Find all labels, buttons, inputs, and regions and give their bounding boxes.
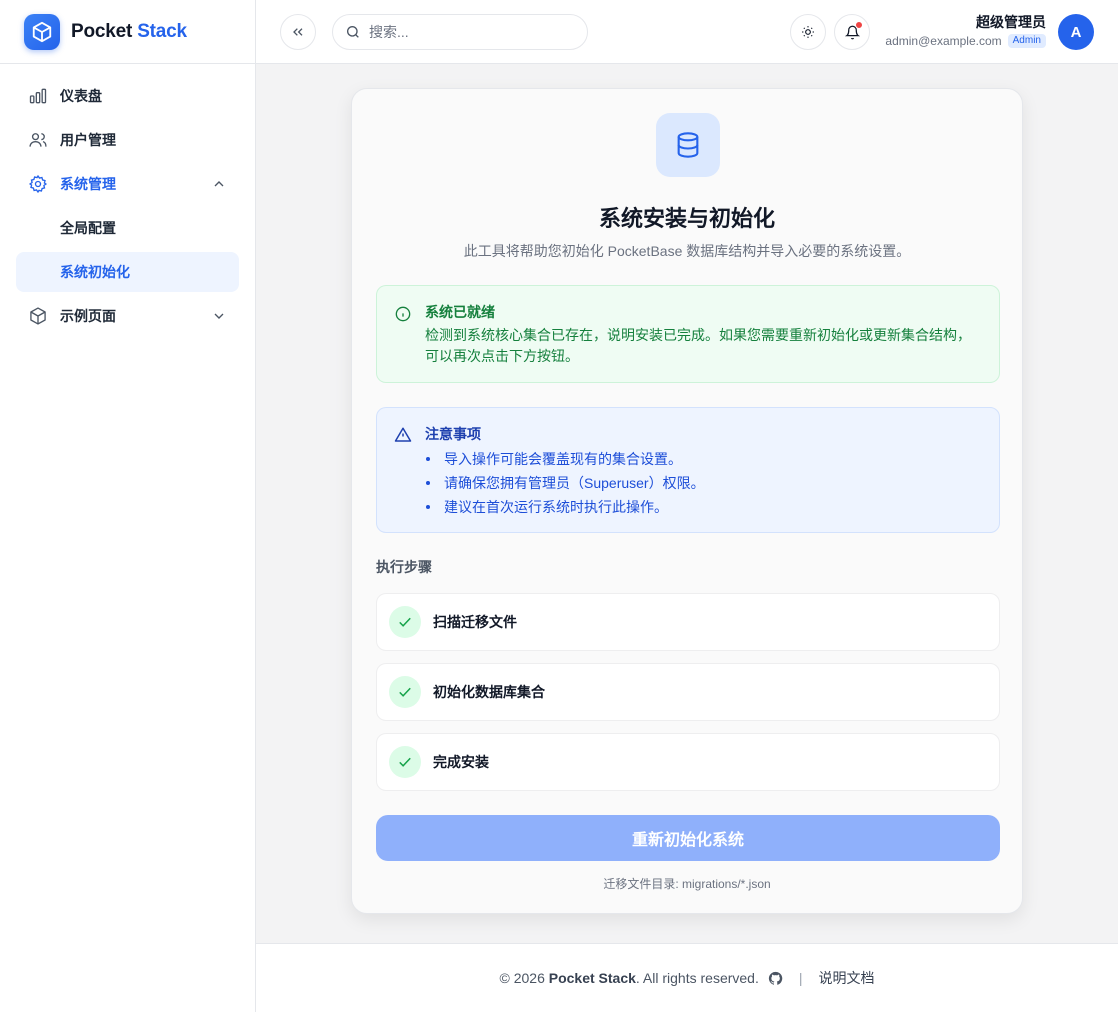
step-item: 扫描迁移文件 <box>376 593 1000 651</box>
check-icon <box>389 606 421 638</box>
sidebar-item-system[interactable]: 系统管理 <box>16 164 239 204</box>
search-box <box>332 14 588 50</box>
brand-name-part2: Stack <box>137 20 187 42</box>
chevrons-left-icon <box>293 28 303 36</box>
sidebar-item-label: 系统管理 <box>60 176 116 192</box>
notice-list: 导入操作可能会覆盖现有的集合设置。 请确保您拥有管理员（Superuser）权限… <box>425 447 983 519</box>
avatar[interactable]: A <box>1058 14 1094 50</box>
status-alert-line: 可以再次点击下方按钮。 <box>425 348 579 364</box>
brand[interactable]: Pocket Stack <box>0 0 255 64</box>
copyright-prefix: © 2026 <box>499 970 545 986</box>
sidebar-item-examples[interactable]: 示例页面 <box>16 296 239 336</box>
status-alert-body: 检测到系统核心集合已存在，说明安装已完成。如果您需要重新初始化或更新集合结构， … <box>425 325 983 367</box>
step-label: 初始化数据库集合 <box>433 684 545 700</box>
status-alert-title: 系统已就绪 <box>425 304 495 320</box>
sidebar-item-label: 示例页面 <box>60 308 116 324</box>
status-alert-line: 检测到系统核心集合已存在，说明安装已完成。如果您需要重新初始化或更新集合结构， <box>425 327 971 343</box>
gear-icon <box>28 174 48 194</box>
page-title: 系统安装与初始化 <box>598 206 775 231</box>
sidebar: Pocket Stack 仪表盘 用户管理 系统管理 全局配置 系统初始化 示例… <box>0 0 256 1012</box>
migrations-note: 迁移文件目录: migrations/*.json <box>603 877 771 891</box>
collapse-sidebar-button[interactable] <box>280 14 316 50</box>
chevron-down-icon <box>214 313 224 319</box>
brand-name: Pocket Stack <box>71 21 187 43</box>
notice-alert-title: 注意事项 <box>425 426 481 442</box>
users-icon <box>28 130 48 150</box>
footer-divider: | <box>798 970 803 986</box>
notice-item: 请确保您拥有管理员（Superuser）权限。 <box>425 471 983 495</box>
sun-icon <box>802 26 814 38</box>
sidebar-item-system-init[interactable]: 系统初始化 <box>16 252 239 292</box>
notice-alert: 注意事项 导入操作可能会覆盖现有的集合设置。 请确保您拥有管理员（Superus… <box>376 407 1000 533</box>
chevron-up-icon <box>214 181 224 187</box>
step-label: 扫描迁移文件 <box>433 614 517 630</box>
notifications-button[interactable] <box>834 14 870 50</box>
footer: © 2026 Pocket Stack. All rights reserved… <box>256 943 1118 1012</box>
docs-link[interactable]: 说明文档 <box>819 968 875 988</box>
brand-name-part1: Pocket <box>71 20 133 42</box>
cube-logo-icon <box>24 13 60 50</box>
notice-item: 建议在首次运行系统时执行此操作。 <box>425 495 983 519</box>
top-header: 超级管理员 admin@example.com Admin A <box>256 0 1118 64</box>
github-icon[interactable] <box>768 971 783 986</box>
bar-chart-icon <box>28 86 48 106</box>
database-icon <box>656 113 720 177</box>
user-info[interactable]: 超级管理员 admin@example.com Admin <box>885 13 1046 48</box>
install-card: 系统安装与初始化 此工具将帮助您初始化 PocketBase 数据库结构并导入必… <box>351 88 1023 914</box>
copyright-suffix: . All rights reserved. <box>635 970 759 986</box>
sidebar-item-label: 仪表盘 <box>60 88 102 104</box>
check-icon <box>389 676 421 708</box>
sidebar-item-dashboard[interactable]: 仪表盘 <box>16 76 239 116</box>
step-label: 完成安装 <box>433 754 489 770</box>
step-item: 初始化数据库集合 <box>376 663 1000 721</box>
sidebar-item-users[interactable]: 用户管理 <box>16 120 239 160</box>
user-name: 超级管理员 <box>976 14 1046 30</box>
reinitialize-button[interactable]: 重新初始化系统 <box>376 815 1000 861</box>
check-icon <box>389 746 421 778</box>
step-item: 完成安装 <box>376 733 1000 791</box>
search-input[interactable] <box>369 24 569 40</box>
notice-item: 导入操作可能会覆盖现有的集合设置。 <box>425 447 983 471</box>
warning-triangle-icon <box>394 427 412 442</box>
notification-dot <box>855 21 863 29</box>
theme-toggle-button[interactable] <box>790 14 826 50</box>
box-icon <box>28 306 48 326</box>
sidebar-item-global-config[interactable]: 全局配置 <box>16 208 239 248</box>
role-badge: Admin <box>1007 34 1046 48</box>
search-icon <box>347 26 359 38</box>
sidebar-item-label: 用户管理 <box>60 132 116 148</box>
info-circle-icon <box>395 306 411 322</box>
copyright-brand: Pocket Stack <box>548 970 636 986</box>
status-alert: 系统已就绪 检测到系统核心集合已存在，说明安装已完成。如果您需要重新初始化或更新… <box>376 285 1000 383</box>
sidebar-nav: 仪表盘 用户管理 系统管理 全局配置 系统初始化 示例页面 <box>0 64 255 352</box>
page-subtitle: 此工具将帮助您初始化 PocketBase 数据库结构并导入必要的系统设置。 <box>463 243 911 259</box>
steps-title: 执行步骤 <box>376 559 432 575</box>
user-email: admin@example.com <box>885 34 1002 48</box>
